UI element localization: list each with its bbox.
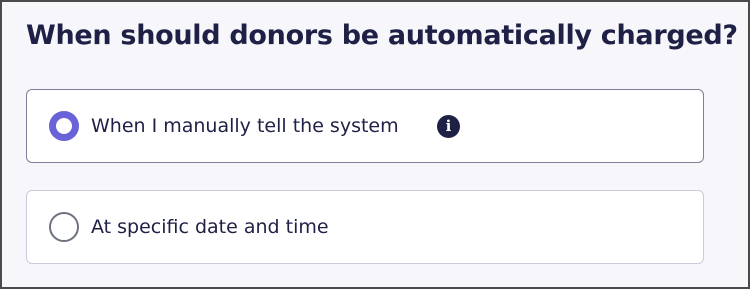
option-scheduled-label: At specific date and time: [91, 216, 329, 238]
option-manual[interactable]: When I manually tell the system i: [26, 89, 704, 163]
option-scheduled[interactable]: At specific date and time: [26, 190, 704, 264]
question-title: When should donors be automatically char…: [26, 20, 738, 51]
question-panel: When should donors be automatically char…: [0, 0, 750, 289]
info-icon[interactable]: i: [437, 115, 460, 138]
radio-selected-icon[interactable]: [49, 111, 79, 141]
radio-unselected-icon[interactable]: [49, 212, 79, 242]
option-manual-label: When I manually tell the system: [91, 115, 399, 137]
